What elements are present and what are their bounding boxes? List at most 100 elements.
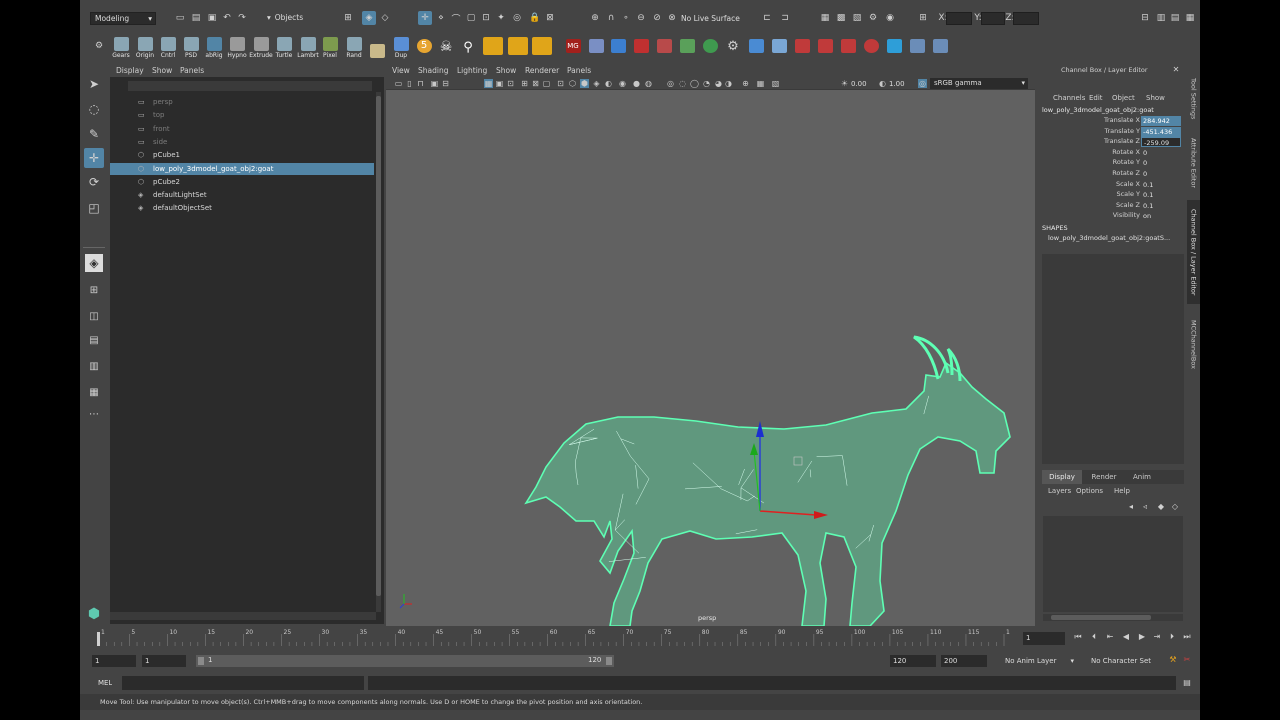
- shelf-item-image[interactable]: [366, 33, 388, 59]
- hierarchy-mode-icon[interactable]: ⊞: [341, 11, 355, 25]
- snap-surface-icon[interactable]: ⊘: [650, 11, 664, 25]
- shelf-item-abrig[interactable]: abRig: [203, 33, 225, 59]
- channel-row[interactable]: Scale Z 0.1: [1037, 201, 1185, 211]
- save-scene-icon[interactable]: ▣: [205, 11, 219, 25]
- range-start-handle[interactable]: [198, 657, 204, 665]
- single-perspective-layout-icon[interactable]: ◈: [85, 254, 103, 272]
- goat-silhouette[interactable]: [524, 361, 1011, 626]
- cb-menu-show[interactable]: Show: [1146, 94, 1165, 102]
- script-editor-icon[interactable]: ▤: [1182, 678, 1192, 688]
- viewport-menu-shading[interactable]: Shading: [418, 66, 448, 75]
- shelf-item-hand[interactable]: [585, 33, 607, 59]
- shelf-item-tree[interactable]: [699, 33, 721, 59]
- aa-icon[interactable]: ◕: [714, 79, 723, 88]
- step-forward-frame-icon[interactable]: ⏵: [1167, 632, 1177, 642]
- wireframe-icon[interactable]: ⬡: [568, 79, 577, 88]
- channel-value-field[interactable]: on: [1141, 211, 1181, 221]
- shelf-item-cntrl[interactable]: Cntrl: [157, 33, 179, 59]
- shelf-item-pipe[interactable]: [883, 33, 905, 59]
- render-frame-icon[interactable]: ▩: [834, 11, 848, 25]
- channel-row[interactable]: Rotate X0: [1037, 148, 1185, 158]
- range-end-handle[interactable]: [606, 657, 612, 665]
- playblast-icon[interactable]: ▧: [771, 79, 780, 88]
- shadows-icon[interactable]: ●: [632, 79, 641, 88]
- snap-point-icon[interactable]: ∘: [619, 11, 633, 25]
- selection-mask-dropdown[interactable]: ▾ Objects: [263, 12, 331, 25]
- shelf-item-dup[interactable]: Dup: [390, 33, 412, 59]
- image-plane-icon[interactable]: ▣: [430, 79, 439, 88]
- snap-grid-icon[interactable]: ⊕: [588, 11, 602, 25]
- shelf-item-pen[interactable]: [745, 33, 767, 59]
- channel-value-field[interactable]: 0: [1141, 148, 1181, 158]
- wire-on-shaded-icon[interactable]: ◈: [592, 79, 601, 88]
- gamma-icon[interactable]: ◐: [878, 79, 887, 88]
- select-tool-icon[interactable]: ➤: [84, 74, 104, 94]
- layer-move-up-icon[interactable]: ◂: [1125, 500, 1137, 512]
- layer-menu-layers[interactable]: Layers: [1048, 487, 1071, 495]
- camera-attr-icon[interactable]: ▯: [405, 79, 414, 88]
- channel-value-field[interactable]: -259.09: [1141, 137, 1181, 148]
- panel-layout-icon[interactable]: ⊟: [1138, 11, 1152, 25]
- shelf-item-mg[interactable]: MG: [562, 33, 584, 59]
- go-to-start-icon[interactable]: ⏮: [1073, 632, 1083, 642]
- channel-row[interactable]: Translate Z -259.09: [1037, 137, 1185, 148]
- outliner-item[interactable]: ▭ top: [110, 109, 374, 121]
- exposure-field[interactable]: 0.00: [851, 80, 877, 88]
- outliner-item[interactable]: ▭ side: [110, 136, 374, 148]
- outliner-item[interactable]: ◈ defaultLightSet: [110, 189, 374, 201]
- input-ops-icon[interactable]: ⊏: [760, 11, 774, 25]
- shelf-item-no[interactable]: [860, 33, 882, 59]
- channel-row[interactable]: Visibility on: [1037, 211, 1185, 221]
- hud-icon[interactable]: ▦: [756, 79, 765, 88]
- gate-mask-icon[interactable]: ⊞: [520, 79, 529, 88]
- channel-value-field[interactable]: 0.1: [1141, 201, 1181, 211]
- new-layer-selected-icon[interactable]: ◇: [1169, 500, 1181, 512]
- isolate-select-icon[interactable]: ◎: [666, 79, 675, 88]
- play-backwards-icon[interactable]: ◀: [1121, 632, 1131, 642]
- anim-layer-dropdown[interactable]: No Anim Layer ▾: [992, 655, 1074, 667]
- construction-history-icon[interactable]: ⊐: [778, 11, 792, 25]
- viewport-menu-panels[interactable]: Panels: [567, 66, 591, 75]
- shelf-item-hypno[interactable]: Hypno: [226, 33, 248, 59]
- xform-toggle-icon[interactable]: ⊞: [916, 11, 930, 25]
- select-deform-icon[interactable]: ⊡: [479, 11, 493, 25]
- shelf-item-wrench[interactable]: [814, 33, 836, 59]
- select-dynamics-icon[interactable]: ✦: [494, 11, 508, 25]
- outliner-menu-display[interactable]: Display: [116, 66, 144, 75]
- shelf-item-footprint[interactable]: [768, 33, 790, 59]
- select-joint-icon[interactable]: ⋄: [434, 11, 448, 25]
- command-input[interactable]: [122, 676, 364, 690]
- outliner-item[interactable]: ⬡ pCube2: [110, 176, 374, 188]
- x-field[interactable]: [946, 12, 972, 25]
- channel-row[interactable]: Scale Y 0.1: [1037, 190, 1185, 200]
- current-frame-field[interactable]: 1: [1023, 632, 1065, 645]
- time-slider[interactable]: 1 5 10 15 20 25 30 35 40 45 50 55 60 65 70 75 80 85 90 95 10…: [95, 628, 1018, 648]
- side-tab-tool-settings[interactable]: Tool Settings: [1187, 70, 1200, 128]
- goat-mesh[interactable]: [524, 335, 1011, 626]
- tool-settings-icon[interactable]: ▤: [1168, 11, 1182, 25]
- smooth-shade-icon[interactable]: ⬢: [580, 79, 589, 88]
- shelf-item-settings[interactable]: [906, 33, 928, 59]
- layer-tab-anim[interactable]: Anim: [1124, 470, 1160, 484]
- playback-start-field[interactable]: 1: [142, 655, 186, 667]
- snap-curve-icon[interactable]: ∩: [604, 11, 618, 25]
- four-view-layout-icon[interactable]: ⊞: [84, 280, 104, 300]
- persp-graph-layout-icon[interactable]: ▤: [84, 330, 104, 350]
- select-handle-icon[interactable]: ✛: [418, 11, 432, 25]
- range-slider[interactable]: 1 120: [196, 655, 614, 667]
- side-tab-attribute-editor[interactable]: Attribute Editor: [1187, 132, 1200, 194]
- hypershade-layout-icon[interactable]: ▥: [84, 356, 104, 376]
- layer-menu-options[interactable]: Options: [1076, 487, 1103, 495]
- channel-row[interactable]: Translate Y -451.436: [1037, 126, 1185, 137]
- select-curve-icon[interactable]: ⌒: [449, 11, 463, 25]
- shelf-item-rand[interactable]: Rand: [343, 33, 365, 59]
- xray-icon[interactable]: ◌: [678, 79, 687, 88]
- channel-value-field[interactable]: 0: [1141, 158, 1181, 168]
- side-tab-mcchannelbox[interactable]: MCChannelBox: [1187, 314, 1200, 374]
- shelf-item-skull[interactable]: ☠: [435, 33, 457, 59]
- cb-menu-object[interactable]: Object: [1112, 94, 1135, 102]
- attribute-editor-icon[interactable]: ▥: [1154, 11, 1168, 25]
- layer-list[interactable]: [1043, 516, 1183, 612]
- select-misc-icon[interactable]: ⊠: [543, 11, 557, 25]
- channel-row[interactable]: Rotate Z0: [1037, 169, 1185, 179]
